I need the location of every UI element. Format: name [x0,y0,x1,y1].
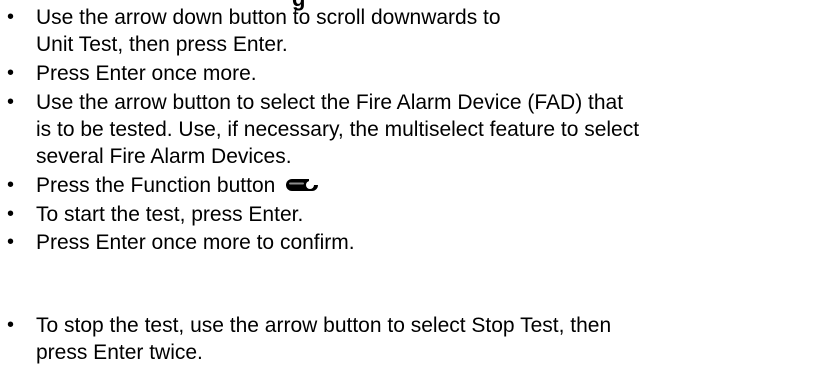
step-line: Use the arrow button to select the Fire … [36,91,624,114]
step-text: Use the arrow down button to scroll down… [36,4,501,58]
step-text: Press Enter once more. [36,60,257,87]
step-text: Use the arrow button to select the Fire … [36,89,639,170]
step-text: Press Enter once more to confirm. [36,229,355,256]
step-text: To start the test, press Enter. [36,201,303,228]
bullet: • [7,203,15,225]
step-line: To start the test, press Enter. [36,203,304,226]
step-line: Press Enter once more to confirm. [36,231,355,254]
step-line: several Fire Alarm Devices. [36,145,292,168]
bullet: • [7,314,15,336]
step-line: Use the arrow down button to scroll down… [36,6,501,29]
bullet: • [7,62,15,84]
bullet: • [7,174,15,196]
step-line: Unit Test, then press Enter. [36,33,288,56]
step-line: To stop the test, use the arrow button t… [36,314,612,337]
step-text: Press the Function button [36,172,320,201]
bullet: • [7,6,15,28]
step-line: is to be tested. Use, if necessary, the … [36,118,640,141]
bullet: • [7,91,15,113]
wrench-key-icon [285,174,320,201]
step-line: Press Enter once more. [36,62,257,85]
bullet: • [7,231,15,253]
step-line-text: Press the Function button [36,174,276,197]
step-line: press Enter twice. [36,341,203,364]
step-line: Press the Function button [36,172,320,201]
step-text: To stop the test, use the arrow button t… [36,312,611,366]
